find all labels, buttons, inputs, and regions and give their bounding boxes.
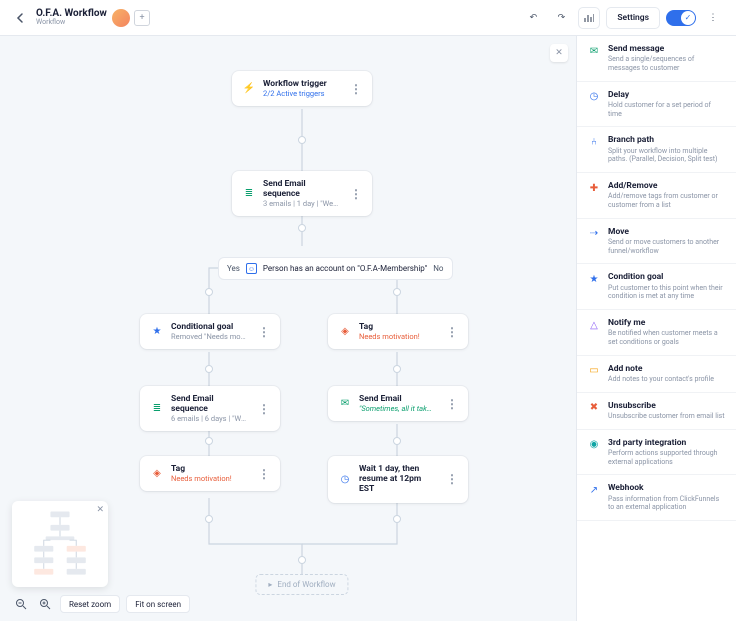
action-title: Unsubscribe: [608, 401, 726, 411]
action-title: Add note: [608, 364, 726, 374]
action-icon: ✉: [587, 44, 601, 58]
action-description: Be notified when customer meets a set co…: [608, 329, 726, 347]
node-wait[interactable]: ◷ Wait 1 day, then resume at 12pm EST ⋮: [328, 456, 468, 503]
action-title: Move: [608, 227, 726, 237]
action-icon: ◉: [587, 438, 601, 452]
workflow-title: O.F.A. Workflow: [36, 8, 514, 19]
tag-icon: ◈: [338, 325, 352, 339]
avatar[interactable]: [112, 9, 130, 27]
workflow-title-block: O.F.A. Workflow Workflow: [36, 8, 514, 27]
action-title: Send message: [608, 44, 726, 54]
node-more-button[interactable]: ⋮: [258, 467, 270, 481]
action-move[interactable]: ⇢ Move Send or move customers to another…: [577, 219, 736, 265]
stats-button[interactable]: [578, 7, 600, 29]
action-branch-path[interactable]: ⑃ Branch path Split your workflow into m…: [577, 127, 736, 173]
tag-icon: ◈: [150, 467, 164, 481]
node-more-button[interactable]: ⋮: [258, 325, 270, 339]
node-more-button[interactable]: ⋮: [258, 402, 270, 416]
action-icon: ✚: [587, 181, 601, 195]
action-title: 3rd party integration: [608, 438, 726, 448]
zoom-out-button[interactable]: [12, 595, 30, 613]
node-workflow-trigger[interactable]: ⚡ Workflow trigger 2/2 Active triggers ⋮: [232, 71, 372, 106]
top-bar: O.F.A. Workflow Workflow + ↶ ↷ Settings …: [0, 0, 736, 36]
action-send-message[interactable]: ✉ Send message Send a single/sequences o…: [577, 36, 736, 82]
stack-icon: ≣: [150, 402, 164, 416]
action-icon: ⑃: [587, 135, 601, 149]
action-title: Webhook: [608, 483, 726, 493]
node-more-button[interactable]: ⋮: [446, 397, 458, 411]
redo-button[interactable]: ↷: [550, 7, 572, 29]
action-description: Send or move customers to another funnel…: [608, 238, 726, 256]
lightning-icon: ⚡: [242, 82, 256, 96]
action-title: Branch path: [608, 135, 726, 145]
zoom-controls: Reset zoom Fit on screen: [12, 595, 190, 613]
action-description: Add/remove tags from customer or custome…: [608, 192, 726, 210]
action-description: Put customer to this point when their co…: [608, 284, 726, 302]
fit-on-screen-button[interactable]: Fit on screen: [126, 595, 190, 613]
action-icon: ▭: [587, 364, 601, 378]
node-send-email-sequence-1[interactable]: ≣ Send Email sequence 3 emails | 1 day |…: [232, 171, 372, 216]
node-tag-2[interactable]: ◈ Tag Needs motivation! ⋮: [140, 456, 280, 491]
flag-icon: ▸: [268, 580, 272, 589]
action-description: Add notes to your contact's profile: [608, 375, 726, 384]
node-send-email[interactable]: ✉ Send Email "Sometimes, all it takes is…: [328, 386, 468, 421]
node-more-button[interactable]: ⋮: [350, 187, 362, 201]
action-title: Condition goal: [608, 272, 726, 282]
close-panel-button[interactable]: ✕: [550, 44, 568, 62]
undo-button[interactable]: ↶: [522, 7, 544, 29]
node-more-button[interactable]: ⋮: [446, 472, 458, 486]
action-description: Hold customer for a set period of time: [608, 101, 726, 119]
action-description: Send a single/sequences of messages to c…: [608, 55, 726, 73]
more-menu-button[interactable]: ⋮: [702, 7, 724, 29]
person-icon: ☺: [246, 263, 257, 274]
minimap[interactable]: ✕: [12, 501, 108, 587]
action-title: Delay: [608, 90, 726, 100]
end-of-workflow: ▸ End of Workflow: [255, 574, 348, 595]
action-icon: △: [587, 318, 601, 332]
workflow-subtitle: Workflow: [36, 19, 514, 27]
goal-icon: ★: [150, 325, 164, 339]
action-icon: ✖: [587, 401, 601, 415]
workflow-canvas[interactable]: ✕ ⚡ Workflow trigger 2/2 Active triggers…: [0, 36, 576, 621]
action-icon: ★: [587, 272, 601, 286]
back-button[interactable]: [12, 10, 28, 26]
minimap-close-button[interactable]: ✕: [96, 505, 104, 515]
reset-zoom-button[interactable]: Reset zoom: [60, 595, 120, 613]
zoom-in-button[interactable]: [36, 595, 54, 613]
action-description: Split your workflow into multiple paths.…: [608, 147, 726, 165]
node-more-button[interactable]: ⋮: [350, 82, 362, 96]
node-condition[interactable]: Yes ☺ Person has an account on "O.F.A-Me…: [218, 257, 453, 280]
actions-sidebar: ✉ Send message Send a single/sequences o…: [576, 36, 736, 621]
action-delay[interactable]: ◷ Delay Hold customer for a set period o…: [577, 82, 736, 128]
action-title: Add/Remove: [608, 181, 726, 191]
action-webhook[interactable]: ↗ Webhook Pass information from ClickFun…: [577, 475, 736, 521]
action-description: Perform actions supported through extern…: [608, 449, 726, 467]
node-tag-1[interactable]: ◈ Tag Needs motivation! ⋮: [328, 314, 468, 349]
action-icon: ◷: [587, 90, 601, 104]
action-title: Notify me: [608, 318, 726, 328]
publish-toggle[interactable]: [666, 10, 696, 26]
settings-button[interactable]: Settings: [606, 7, 660, 29]
action-description: Pass information from ClickFunnels to an…: [608, 495, 726, 513]
action-add-remove[interactable]: ✚ Add/Remove Add/remove tags from custom…: [577, 173, 736, 219]
action-icon: ⇢: [587, 227, 601, 241]
action-icon: ↗: [587, 483, 601, 497]
action-unsubscribe[interactable]: ✖ Unsubscribe Unsubscribe customer from …: [577, 393, 736, 430]
action-notify-me[interactable]: △ Notify me Be notified when customer me…: [577, 310, 736, 356]
action-add-note[interactable]: ▭ Add note Add notes to your contact's p…: [577, 356, 736, 393]
action-3rd-party-integration[interactable]: ◉ 3rd party integration Perform actions …: [577, 430, 736, 476]
envelope-icon: ✉: [338, 397, 352, 411]
add-collaborator-button[interactable]: +: [134, 10, 150, 26]
collaborators: +: [112, 9, 150, 27]
action-description: Unsubscribe customer from email list: [608, 412, 726, 421]
node-send-email-sequence-2[interactable]: ≣ Send Email sequence 6 emails | 6 days …: [140, 386, 280, 431]
stack-icon: ≣: [242, 187, 256, 201]
clock-icon: ◷: [338, 472, 352, 486]
top-actions: ↶ ↷ Settings ⋮: [522, 7, 724, 29]
node-more-button[interactable]: ⋮: [446, 325, 458, 339]
node-conditional-goal[interactable]: ★ Conditional goal Removed "Needs motiva…: [140, 314, 280, 349]
action-condition-goal[interactable]: ★ Condition goal Put customer to this po…: [577, 264, 736, 310]
